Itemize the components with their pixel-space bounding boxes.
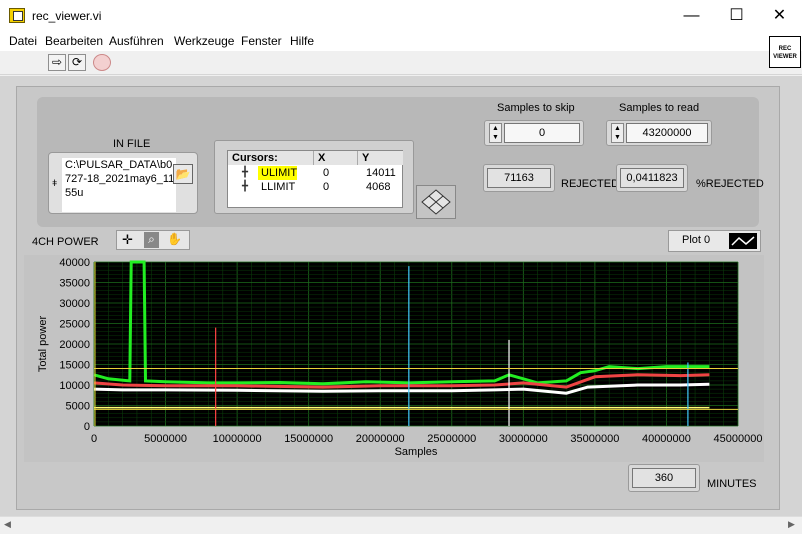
maximize-button[interactable]: ☐	[714, 0, 759, 31]
x-tick-label: 10000000	[213, 433, 262, 445]
cursor-tool-icon[interactable]: ✛	[122, 232, 133, 248]
cursor-x-ulimit: 0	[323, 167, 330, 179]
samples-to-read-label: Samples to read	[619, 102, 700, 114]
cursor-marker-icon: ╋	[242, 167, 249, 178]
title-bar: rec_viewer.vi — ☐ ✕	[0, 0, 802, 31]
menu-ausfuehren[interactable]: Ausführen	[109, 34, 164, 48]
x-tick-label: 35000000	[570, 433, 619, 445]
y-tick-label: 5000	[66, 401, 90, 413]
menu-datei[interactable]: Datei	[9, 34, 37, 48]
cursor-header-name: Cursors:	[228, 151, 314, 165]
pan-tool-icon[interactable]: ✋	[167, 232, 182, 246]
y-tick-label: 35000	[59, 278, 90, 290]
run-continuously-icon[interactable]: ⟳	[68, 54, 86, 71]
minutes-label: MINUTES	[707, 478, 757, 490]
scroll-left-icon[interactable]: ◀	[4, 519, 11, 530]
vi-icon-line1: REC	[778, 46, 792, 52]
x-tick-label: 5000000	[144, 433, 187, 445]
samples-to-skip-spinner[interactable]: ▲ ▼	[489, 123, 502, 143]
rejected-pct: 0,0411823	[620, 168, 684, 188]
x-tick-label: 45000000	[714, 433, 763, 445]
vi-icon-line2: VIEWER	[773, 54, 797, 60]
y-tick-label: 0	[84, 421, 90, 433]
samples-to-skip-input[interactable]: 0	[504, 123, 580, 143]
cursor-name-ulimit[interactable]: ULIMIT	[258, 166, 298, 180]
cursor-y-ulimit: 14011	[366, 167, 396, 179]
x-tick-label: 20000000	[356, 433, 405, 445]
rejected-count: 71163	[487, 168, 551, 188]
samples-to-skip-label: Samples to skip	[497, 102, 575, 114]
y-axis-label: Total power	[37, 316, 49, 373]
graph-palette: ✛ ⌕ ✋	[116, 230, 190, 250]
cursor-move-icon[interactable]	[416, 185, 456, 219]
toolbar	[0, 51, 802, 75]
y-tick-label: 10000	[59, 380, 90, 392]
cursor-legend: Cursors: X Y ╋ ULIMIT 0 14011 ╋ LLIMIT 0…	[227, 150, 403, 208]
browse-options-icon[interactable]: ǂ	[52, 178, 57, 188]
window-title: rec_viewer.vi	[32, 9, 102, 23]
rejected-label: REJECTED	[561, 178, 620, 190]
run-arrow-icon[interactable]: ⇨	[48, 54, 66, 71]
samples-to-read-spinner[interactable]: ▲ ▼	[611, 123, 624, 143]
folder-browse-icon[interactable]: 📂	[173, 164, 193, 184]
x-axis-label: Samples	[395, 446, 438, 458]
y-tick-label: 30000	[59, 298, 90, 310]
chart-svg: 0 5000000 10000000 15000000 20000000 25000000…	[37, 257, 763, 458]
samples-to-read-input[interactable]: 43200000	[626, 123, 708, 143]
in-file-path[interactable]: C:\PULSAR_DATA\b0727-18_2021may6_1155u	[62, 158, 176, 212]
menu-werkzeuge[interactable]: Werkzeuge	[174, 34, 234, 48]
y-tick-label: 15000	[59, 360, 90, 372]
plot-legend-name: Plot 0	[682, 234, 711, 246]
cursor-x-llimit: 0	[323, 181, 330, 193]
labview-icon	[9, 8, 25, 23]
x-tick-label: 0	[91, 433, 97, 445]
x-tick-label: 15000000	[284, 433, 333, 445]
menu-fenster[interactable]: Fenster	[241, 34, 282, 48]
x-tick-label: 40000000	[642, 433, 691, 445]
minimize-button[interactable]: —	[669, 0, 714, 31]
y-tick-label: 40000	[59, 257, 90, 269]
minutes-value: 360	[632, 468, 696, 488]
cursor-name-llimit[interactable]: LLIMIT	[258, 180, 295, 194]
close-button[interactable]: ✕	[757, 0, 802, 31]
plot-legend[interactable]: Plot 0	[668, 230, 761, 252]
x-tick-label: 30000000	[499, 433, 548, 445]
zoom-tool-icon[interactable]: ⌕	[144, 232, 159, 248]
menu-hilfe[interactable]: Hilfe	[290, 34, 314, 48]
cursor-marker-icon: ╋	[242, 181, 249, 192]
cursor-header-x: X	[314, 151, 358, 165]
y-tick-label: 20000	[59, 339, 90, 351]
rejected-pct-label: %REJECTED	[696, 178, 764, 190]
plot-style-icon[interactable]	[729, 233, 757, 249]
cursor-header-y: Y	[358, 151, 403, 165]
cursor-y-llimit: 4068	[366, 181, 391, 193]
y-tick-label: 25000	[59, 319, 90, 331]
graph-label: 4CH POWER	[32, 236, 99, 248]
menu-bearbeiten[interactable]: Bearbeiten	[45, 34, 103, 48]
menu-bar: Datei Bearbeiten Ausführen Werkzeuge Fen…	[0, 31, 802, 51]
vi-icon: REC VIEWER	[769, 36, 801, 68]
horizontal-scrollbar[interactable]: ◀ ▶	[0, 516, 802, 534]
in-file-label: IN FILE	[113, 138, 151, 150]
scroll-right-icon[interactable]: ▶	[788, 519, 795, 530]
abort-icon[interactable]	[93, 54, 111, 71]
x-tick-label: 25000000	[427, 433, 476, 445]
